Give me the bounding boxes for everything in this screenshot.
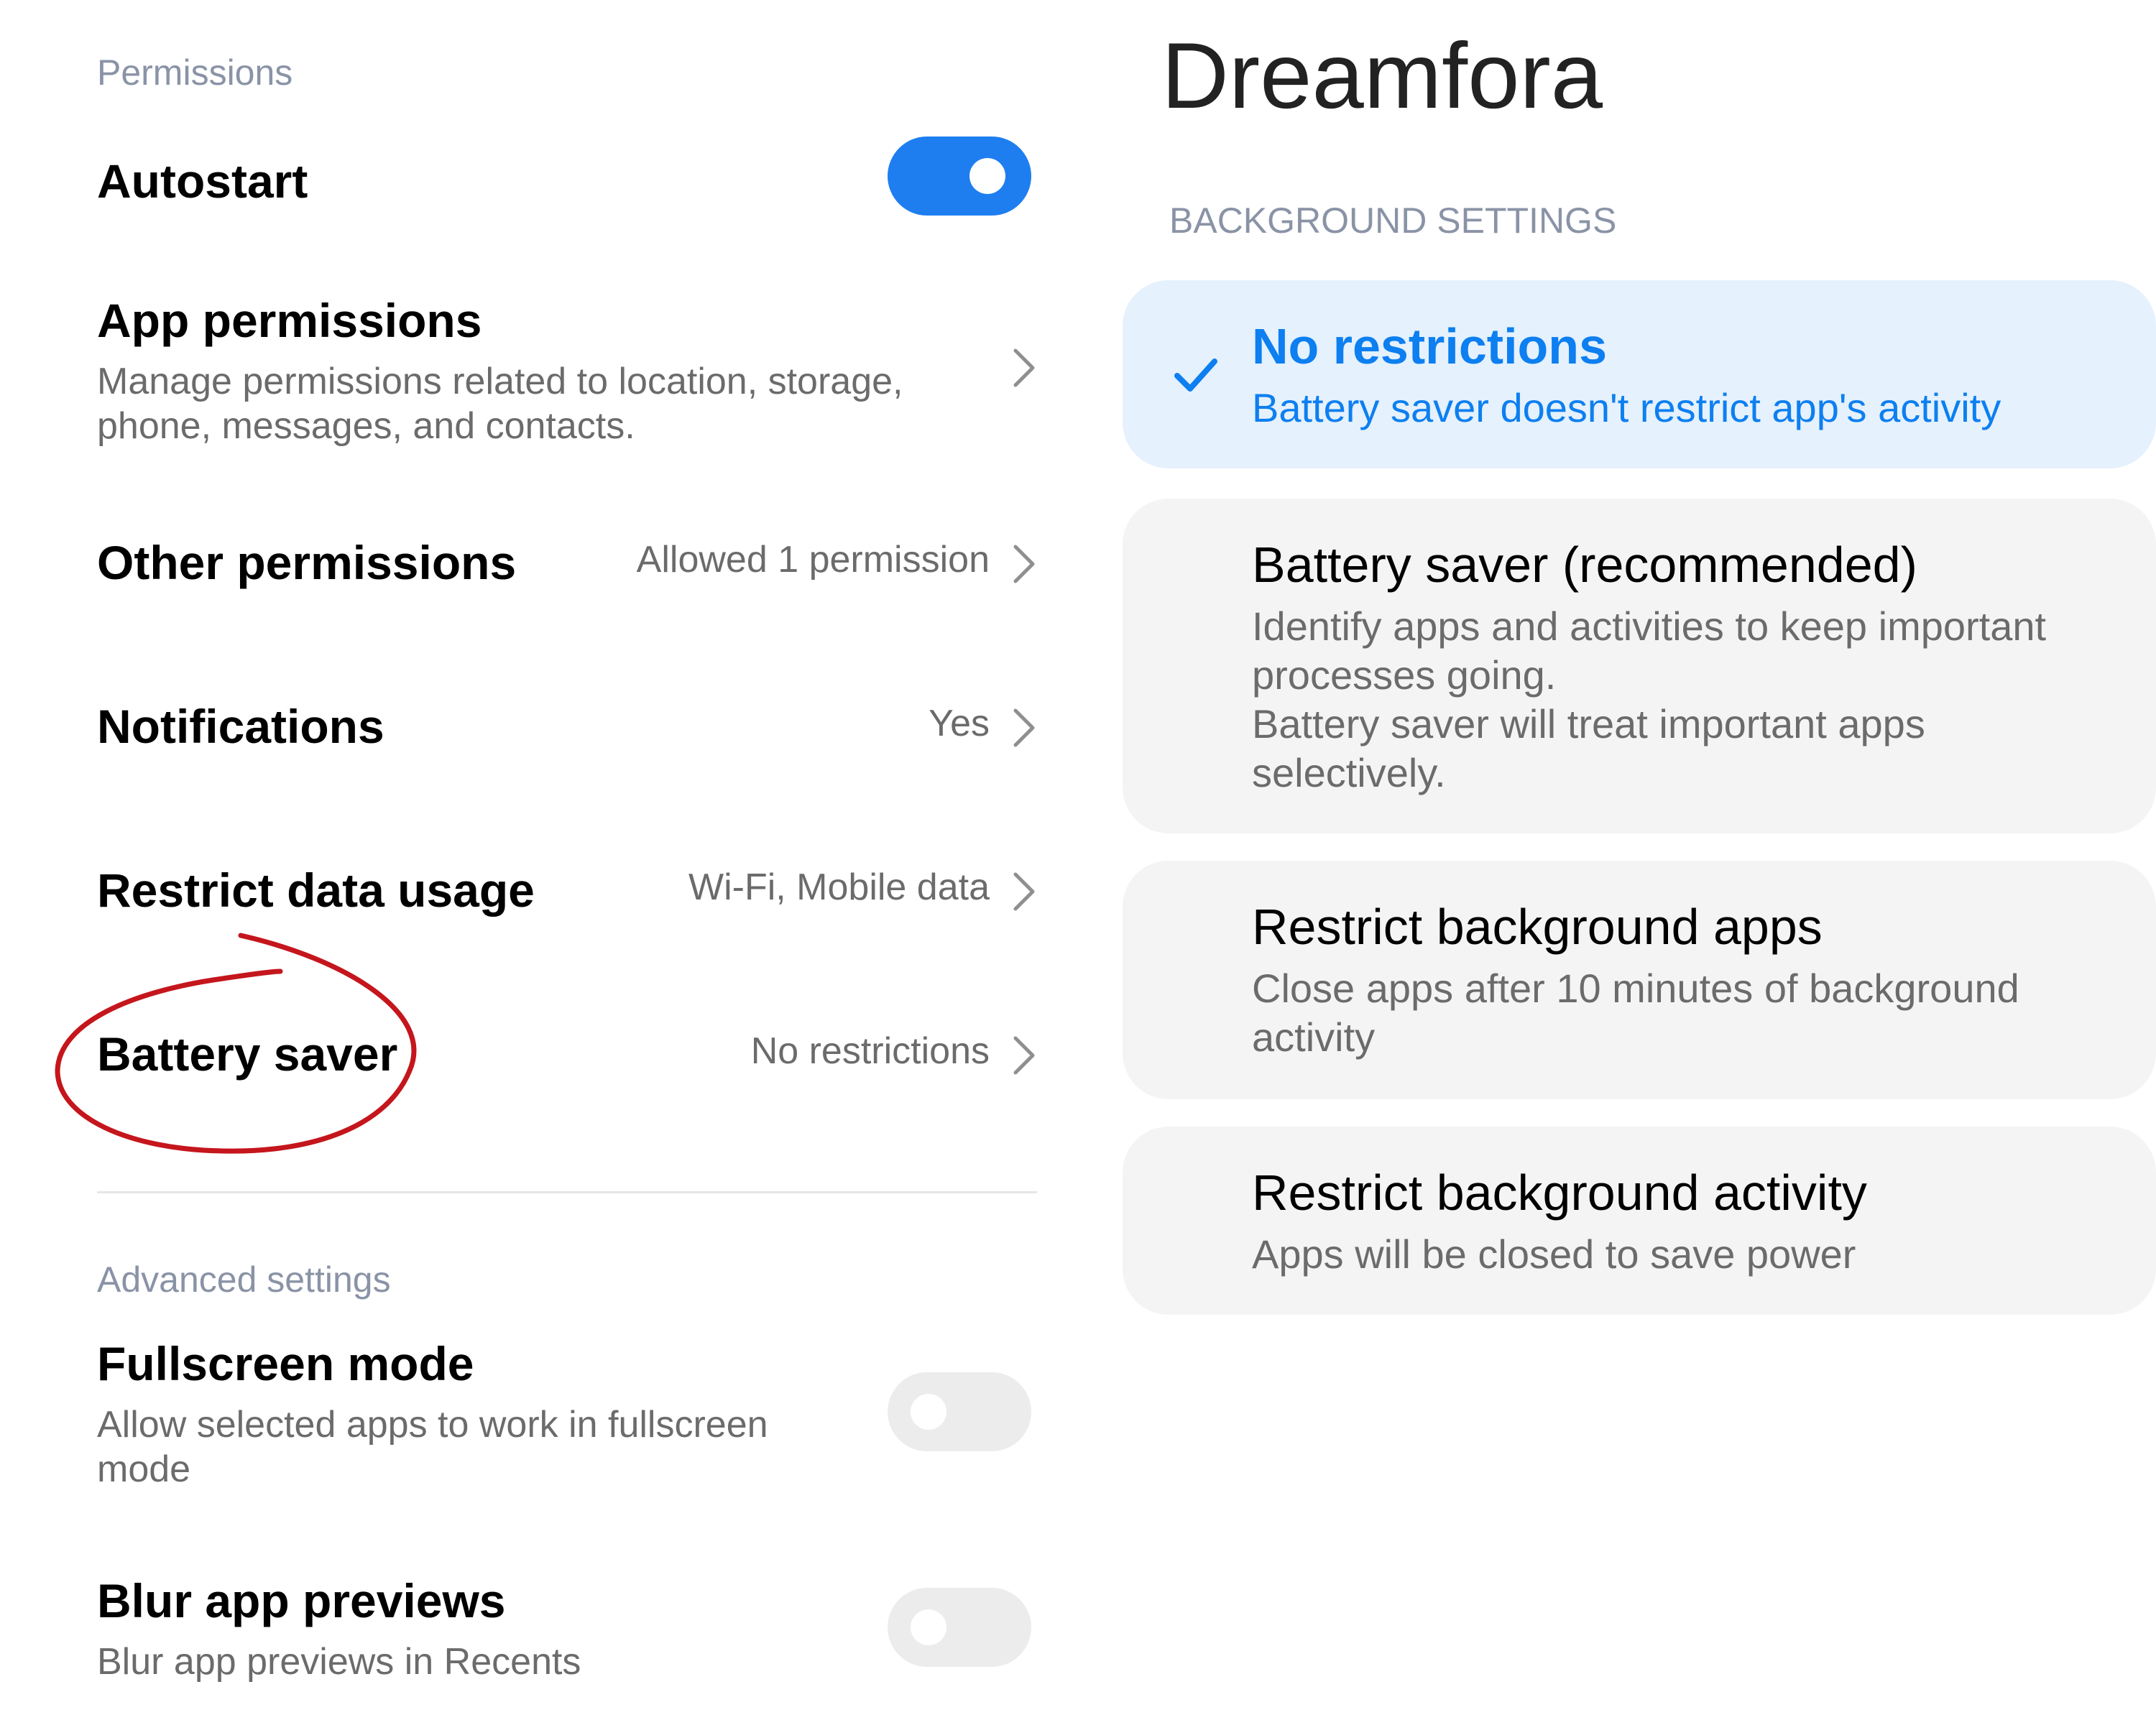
- option-title: No restrictions: [1252, 318, 1607, 374]
- fullscreen-mode-desc: Allow selected apps to work in fullscree…: [97, 1404, 768, 1490]
- autostart-title: Autostart: [97, 154, 308, 208]
- toggle-knob: [911, 1609, 946, 1645]
- option-desc: Battery saver doesn't restrict app's act…: [1252, 385, 2001, 430]
- option-desc-secondary: Battery saver will treat important apps …: [1252, 701, 1925, 795]
- other-permissions-row[interactable]: Other permissions Allowed 1 permission: [97, 528, 1046, 600]
- fullscreen-mode-title: Fullscreen mode: [97, 1337, 474, 1390]
- chevron-right-icon: [1013, 1036, 1035, 1075]
- fullscreen-mode-row[interactable]: Fullscreen mode Allow selected apps to w…: [97, 1336, 1046, 1502]
- toggle-knob: [969, 158, 1005, 194]
- permissions-section-label: Permissions: [97, 52, 293, 93]
- option-title: Restrict background activity: [1252, 1165, 1867, 1221]
- blur-app-previews-toggle[interactable]: [888, 1588, 1031, 1667]
- section-divider: [97, 1191, 1037, 1193]
- advanced-section-label: Advanced settings: [97, 1259, 391, 1300]
- option-desc: Identify apps and activities to keep imp…: [1252, 604, 2047, 698]
- option-no-restrictions[interactable]: No restrictions Battery saver doesn't re…: [1123, 280, 2156, 468]
- option-battery-saver[interactable]: Battery saver (recommended) Identify app…: [1123, 499, 2156, 833]
- autostart-toggle[interactable]: [888, 137, 1031, 216]
- blur-app-previews-desc: Blur app previews in Recents: [97, 1641, 581, 1683]
- restrict-data-usage-value: Wi-Fi, Mobile data: [688, 866, 990, 908]
- battery-saver-value: No restrictions: [750, 1030, 990, 1072]
- option-desc: Close apps after 10 minutes of backgroun…: [1252, 966, 2019, 1060]
- toggle-knob: [911, 1394, 946, 1430]
- restrict-data-usage-row[interactable]: Restrict data usage Wi-Fi, Mobile data: [97, 856, 1046, 928]
- option-title: Battery saver (recommended): [1252, 537, 1917, 593]
- other-permissions-value: Allowed 1 permission: [636, 539, 990, 581]
- blur-app-previews-title: Blur app previews: [97, 1574, 506, 1627]
- app-title: Dreamfora: [1161, 23, 1603, 128]
- background-settings-label: BACKGROUND SETTINGS: [1169, 200, 1617, 241]
- chevron-right-icon: [1013, 348, 1035, 387]
- app-permissions-title: App permissions: [97, 294, 482, 347]
- app-permissions-row[interactable]: App permissions Manage permissions relat…: [97, 287, 1046, 453]
- checkmark-icon: [1174, 359, 1217, 392]
- autostart-row[interactable]: Autostart: [97, 137, 1046, 230]
- annotation-circle: [55, 933, 417, 1154]
- notifications-value: Yes: [929, 703, 990, 744]
- option-desc: Apps will be closed to save power: [1252, 1231, 1856, 1277]
- chevron-right-icon: [1013, 708, 1035, 747]
- fullscreen-mode-toggle[interactable]: [888, 1372, 1031, 1451]
- other-permissions-title: Other permissions: [97, 536, 517, 589]
- app-permissions-desc: Manage permissions related to location, …: [97, 361, 903, 447]
- notifications-row[interactable]: Notifications Yes: [97, 692, 1046, 764]
- chevron-right-icon: [1013, 872, 1035, 911]
- option-title: Restrict background apps: [1252, 899, 1823, 955]
- chevron-right-icon: [1013, 545, 1035, 583]
- option-restrict-background-activity[interactable]: Restrict background activity Apps will b…: [1123, 1127, 2156, 1315]
- blur-app-previews-row[interactable]: Blur app previews Blur app previews in R…: [97, 1573, 1046, 1703]
- restrict-data-usage-title: Restrict data usage: [97, 864, 535, 917]
- notifications-title: Notifications: [97, 700, 384, 753]
- option-restrict-background-apps[interactable]: Restrict background apps Close apps afte…: [1123, 861, 2156, 1099]
